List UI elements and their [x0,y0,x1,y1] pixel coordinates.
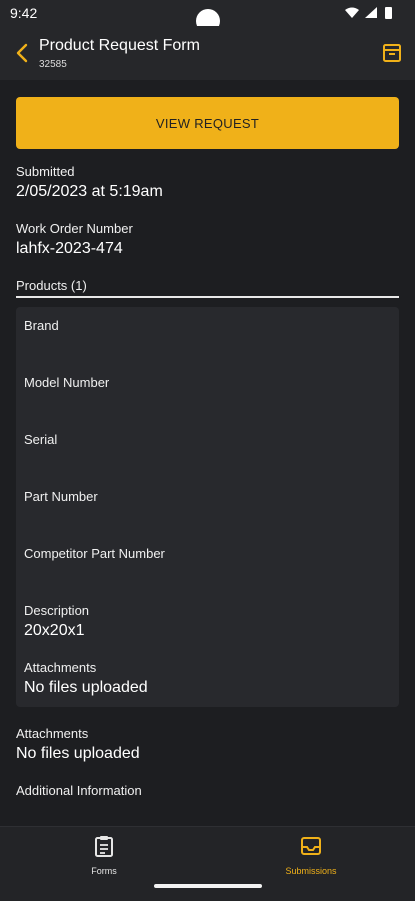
serial-label: Serial [24,432,58,447]
additional-information-label: Additional Information [16,783,142,798]
page-subtitle: 32585 [39,59,67,70]
back-button[interactable] [10,38,34,68]
status-time: 9:42 [10,5,38,21]
battery-icon [385,7,392,19]
app-bar: Product Request Form 32585 [0,26,415,80]
work-order-value: lahfx-2023-474 [16,240,123,257]
model-number-label: Model Number [24,375,110,390]
home-indicator[interactable] [154,884,262,888]
attachments-value: No files uploaded [16,745,140,762]
competitor-part-number-label: Competitor Part Number [24,546,165,561]
products-divider [16,296,399,298]
attachments-label: Attachments [16,726,89,741]
brand-label: Brand [24,318,59,333]
submitted-label: Submitted [16,164,75,179]
product-attachments-label: Attachments [24,660,97,675]
archive-icon[interactable] [381,42,403,64]
nav-forms[interactable]: Forms [44,835,164,881]
wifi-icon [345,7,359,18]
page-title: Product Request Form [39,37,200,54]
status-icons [345,7,392,19]
back-arrow-icon [16,43,28,63]
signal-icon [365,7,377,18]
submitted-value: 2/05/2023 at 5:19am [16,183,163,200]
nav-forms-label: Forms [91,866,117,876]
part-number-label: Part Number [24,489,98,504]
status-bar: 9:42 [0,0,415,33]
clipboard-icon [95,836,113,857]
bottom-navigation: Forms Submissions [0,826,415,901]
view-request-button[interactable]: VIEW REQUEST [16,97,399,149]
nav-submissions[interactable]: Submissions [251,835,371,881]
products-label: Products (1) [16,278,87,293]
description-label: Description [24,603,90,618]
product-card: Brand Model Number Serial Part Number Co… [16,307,399,707]
description-value: 20x20x1 [24,622,85,639]
product-attachments-value: No files uploaded [24,679,148,696]
nav-submissions-label: Submissions [285,866,337,876]
work-order-label: Work Order Number [16,221,133,236]
inbox-icon [301,837,321,855]
